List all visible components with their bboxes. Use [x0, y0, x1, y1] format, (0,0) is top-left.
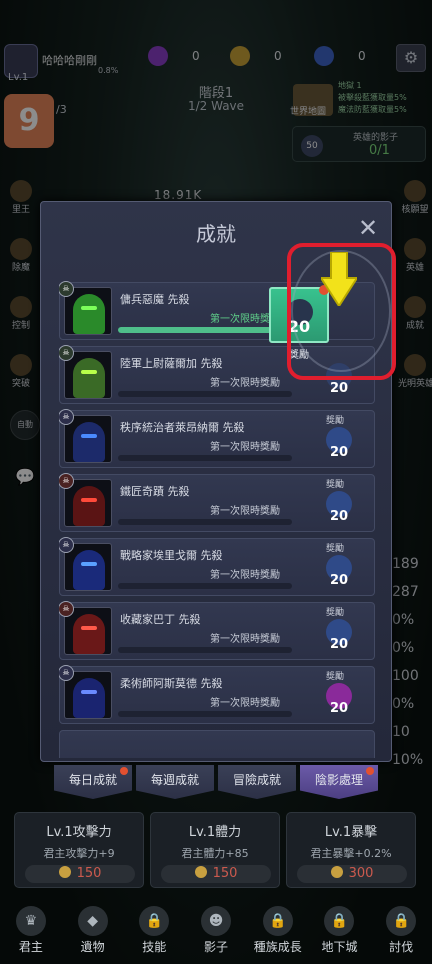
reward-button[interactable]: 20 — [320, 489, 358, 529]
limited-reward-label: 第一次限時獎勵 — [210, 570, 280, 581]
notification-dot — [120, 767, 128, 775]
reward-button[interactable]: 20 — [320, 553, 358, 593]
achievement-row: ☠ 收藏家巴丁 先殺 第一次限時獎勵 獎勵 20 — [59, 601, 375, 660]
nav-raid[interactable]: 🔒 討伐 — [370, 900, 432, 964]
progress-bar — [118, 391, 292, 397]
reward-button[interactable]: 20 — [320, 681, 358, 721]
upgrade-attack[interactable]: Lv.1攻擊力 君主攻擊力+9 150 — [14, 812, 144, 888]
upgrade-panel: Lv.1攻擊力 君主攻擊力+9 150 Lv.1體力 君主體力+85 150 L… — [14, 812, 416, 888]
progress-bar — [118, 647, 292, 653]
close-icon: ✕ — [357, 214, 379, 242]
achievement-name: 收藏家巴丁 先殺 — [120, 613, 201, 626]
progress-bar — [118, 455, 292, 461]
reward-button[interactable]: 20 — [320, 617, 358, 657]
achievement-name: 鐵匠奇蹟 先殺 — [120, 485, 190, 498]
coin-icon — [330, 866, 343, 878]
tutorial-arrow-icon — [321, 252, 357, 306]
limited-reward-label: 第一次限時獎勵 — [210, 698, 280, 709]
progress-bar — [118, 711, 292, 717]
crown-icon: ♛ — [15, 906, 46, 936]
nav-relics[interactable]: ◆ 遺物 — [62, 900, 124, 964]
limited-reward-label: 第一次限時獎勵 — [210, 634, 280, 645]
achievement-name: 戰略家埃里戈爾 先殺 — [120, 549, 223, 562]
relic-icon: ◆ — [77, 906, 108, 936]
upgrade-cost-button[interactable]: 150 — [161, 865, 271, 883]
achievement-name: 柔術師阿斯莫德 先殺 — [120, 677, 223, 690]
limited-reward-label: 第一次限時獎勵 — [210, 442, 280, 453]
lock-icon: 🔒 — [262, 906, 293, 936]
nav-dungeon[interactable]: 🔒 地下城 — [309, 900, 371, 964]
progress-bar — [118, 327, 292, 333]
achievement-row — [59, 730, 375, 758]
achievement-row: ☠ 柔術師阿斯莫德 先殺 第一次限時獎勵 獎勵 20 — [59, 665, 375, 724]
limited-reward-label: 第一次限時獎勵 — [210, 378, 280, 389]
nav-race-growth[interactable]: 🔒 種族成長 — [247, 900, 309, 964]
progress-bar — [118, 519, 292, 525]
achievement-row: ☠ 鐵匠奇蹟 先殺 第一次限時獎勵 獎勵 20 — [59, 473, 375, 532]
shadow-icon: ☻ — [201, 906, 232, 936]
achievement-row: ☠ 戰略家埃里戈爾 先殺 第一次限時獎勵 獎勵 20 — [59, 537, 375, 596]
bottom-navigation: ♛ 君主 ◆ 遺物 🔒 技能 ☻ 影子 🔒 種族成長 🔒 地下城 🔒 討伐 — [0, 900, 432, 964]
nav-shadow[interactable]: ☻ 影子 — [185, 900, 247, 964]
upgrade-cost-button[interactable]: 150 — [25, 865, 135, 883]
achievement-tabs: 每日成就 每週成就 冒險成就 陰影處理 — [54, 765, 378, 799]
progress-bar — [118, 583, 292, 589]
upgrade-stamina[interactable]: Lv.1體力 君主體力+85 150 — [150, 812, 280, 888]
nav-skills[interactable]: 🔒 技能 — [123, 900, 185, 964]
tab-weekly[interactable]: 每週成就 — [136, 765, 214, 799]
coin-icon — [58, 866, 71, 878]
coin-icon — [194, 866, 207, 878]
reward-button[interactable]: 20 — [320, 425, 358, 465]
nav-lord[interactable]: ♛ 君主 — [0, 900, 62, 964]
achievement-row: ☠ 秩序統治者萊昂納爾 先殺 第一次限時獎勵 獎勵 20 — [59, 409, 375, 468]
lock-icon: 🔒 — [386, 906, 417, 936]
notification-dot — [366, 767, 374, 775]
achievement-name: 秩序統治者萊昂納爾 先殺 — [120, 421, 245, 434]
achievement-name: 傭兵惡魔 先殺 — [120, 293, 190, 306]
lock-icon: 🔒 — [324, 906, 355, 936]
lock-icon: 🔒 — [139, 906, 170, 936]
close-button[interactable]: ✕ — [355, 216, 381, 242]
tab-shadow[interactable]: 陰影處理 — [300, 765, 378, 799]
tab-adventure[interactable]: 冒險成就 — [218, 765, 296, 799]
upgrade-cost-button[interactable]: 300 — [297, 865, 407, 883]
achievement-name: 陸軍上尉薩爾加 先殺 — [120, 357, 223, 370]
upgrade-critical[interactable]: Lv.1暴擊 君主暴擊+0.2% 300 — [286, 812, 416, 888]
limited-reward-label: 第一次限時獎勵 — [210, 506, 280, 517]
tab-daily[interactable]: 每日成就 — [54, 765, 132, 799]
